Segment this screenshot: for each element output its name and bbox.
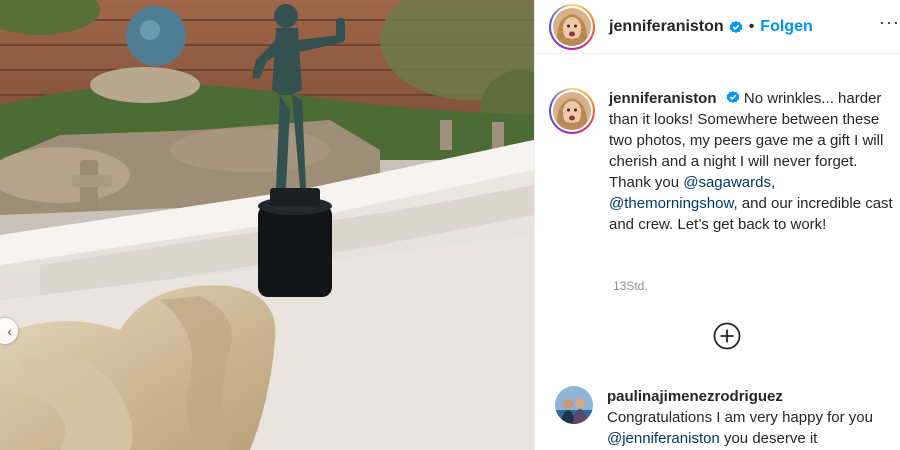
separator-dot: • <box>748 17 755 35</box>
avatar-image <box>553 92 591 130</box>
post-photo[interactable]: ‹ <box>0 0 534 450</box>
post-header: jenniferaniston • Folgen ··· <box>535 0 900 54</box>
caption-username[interactable]: jenniferaniston <box>609 90 717 107</box>
chevron-left-icon: ‹ <box>7 323 12 339</box>
post-caption: jenniferaniston No wrinkles... harder th… <box>549 88 899 235</box>
caption-text: jenniferaniston No wrinkles... harder th… <box>609 88 897 235</box>
post-username[interactable]: jenniferaniston <box>609 18 724 36</box>
comment-item: paulinajimenezrodriguez Congratulations … <box>555 386 895 449</box>
comment-text: Congratulations I am very happy for you <box>607 409 873 426</box>
follow-button[interactable]: Folgen <box>760 18 812 36</box>
comment-text-end: you deserve it <box>719 430 818 447</box>
mention-link[interactable]: @themorningshow <box>609 195 733 212</box>
comment-username[interactable]: paulinajimenezrodriguez <box>607 386 895 407</box>
comment-body: paulinajimenezrodriguez Congratulations … <box>607 386 895 449</box>
post-side-panel: jenniferaniston • Folgen ··· jenniferani… <box>534 0 900 450</box>
mention-link[interactable]: @sagawards <box>683 174 771 191</box>
plus-circle-icon[interactable] <box>713 322 741 350</box>
caption-avatar[interactable] <box>549 88 595 134</box>
avatar-image <box>553 7 591 46</box>
more-options-icon[interactable]: ··· <box>879 12 900 33</box>
post-timestamp[interactable]: 13Std. <box>613 279 648 293</box>
mention-link[interactable]: @jenniferaniston <box>607 430 720 447</box>
caption-separator: , <box>771 174 776 191</box>
bathtub-photo-illustration <box>0 0 534 450</box>
verified-badge-icon <box>729 20 743 33</box>
profile-avatar[interactable] <box>549 3 595 50</box>
commenter-avatar[interactable] <box>555 386 593 424</box>
verified-badge-icon <box>726 91 740 103</box>
